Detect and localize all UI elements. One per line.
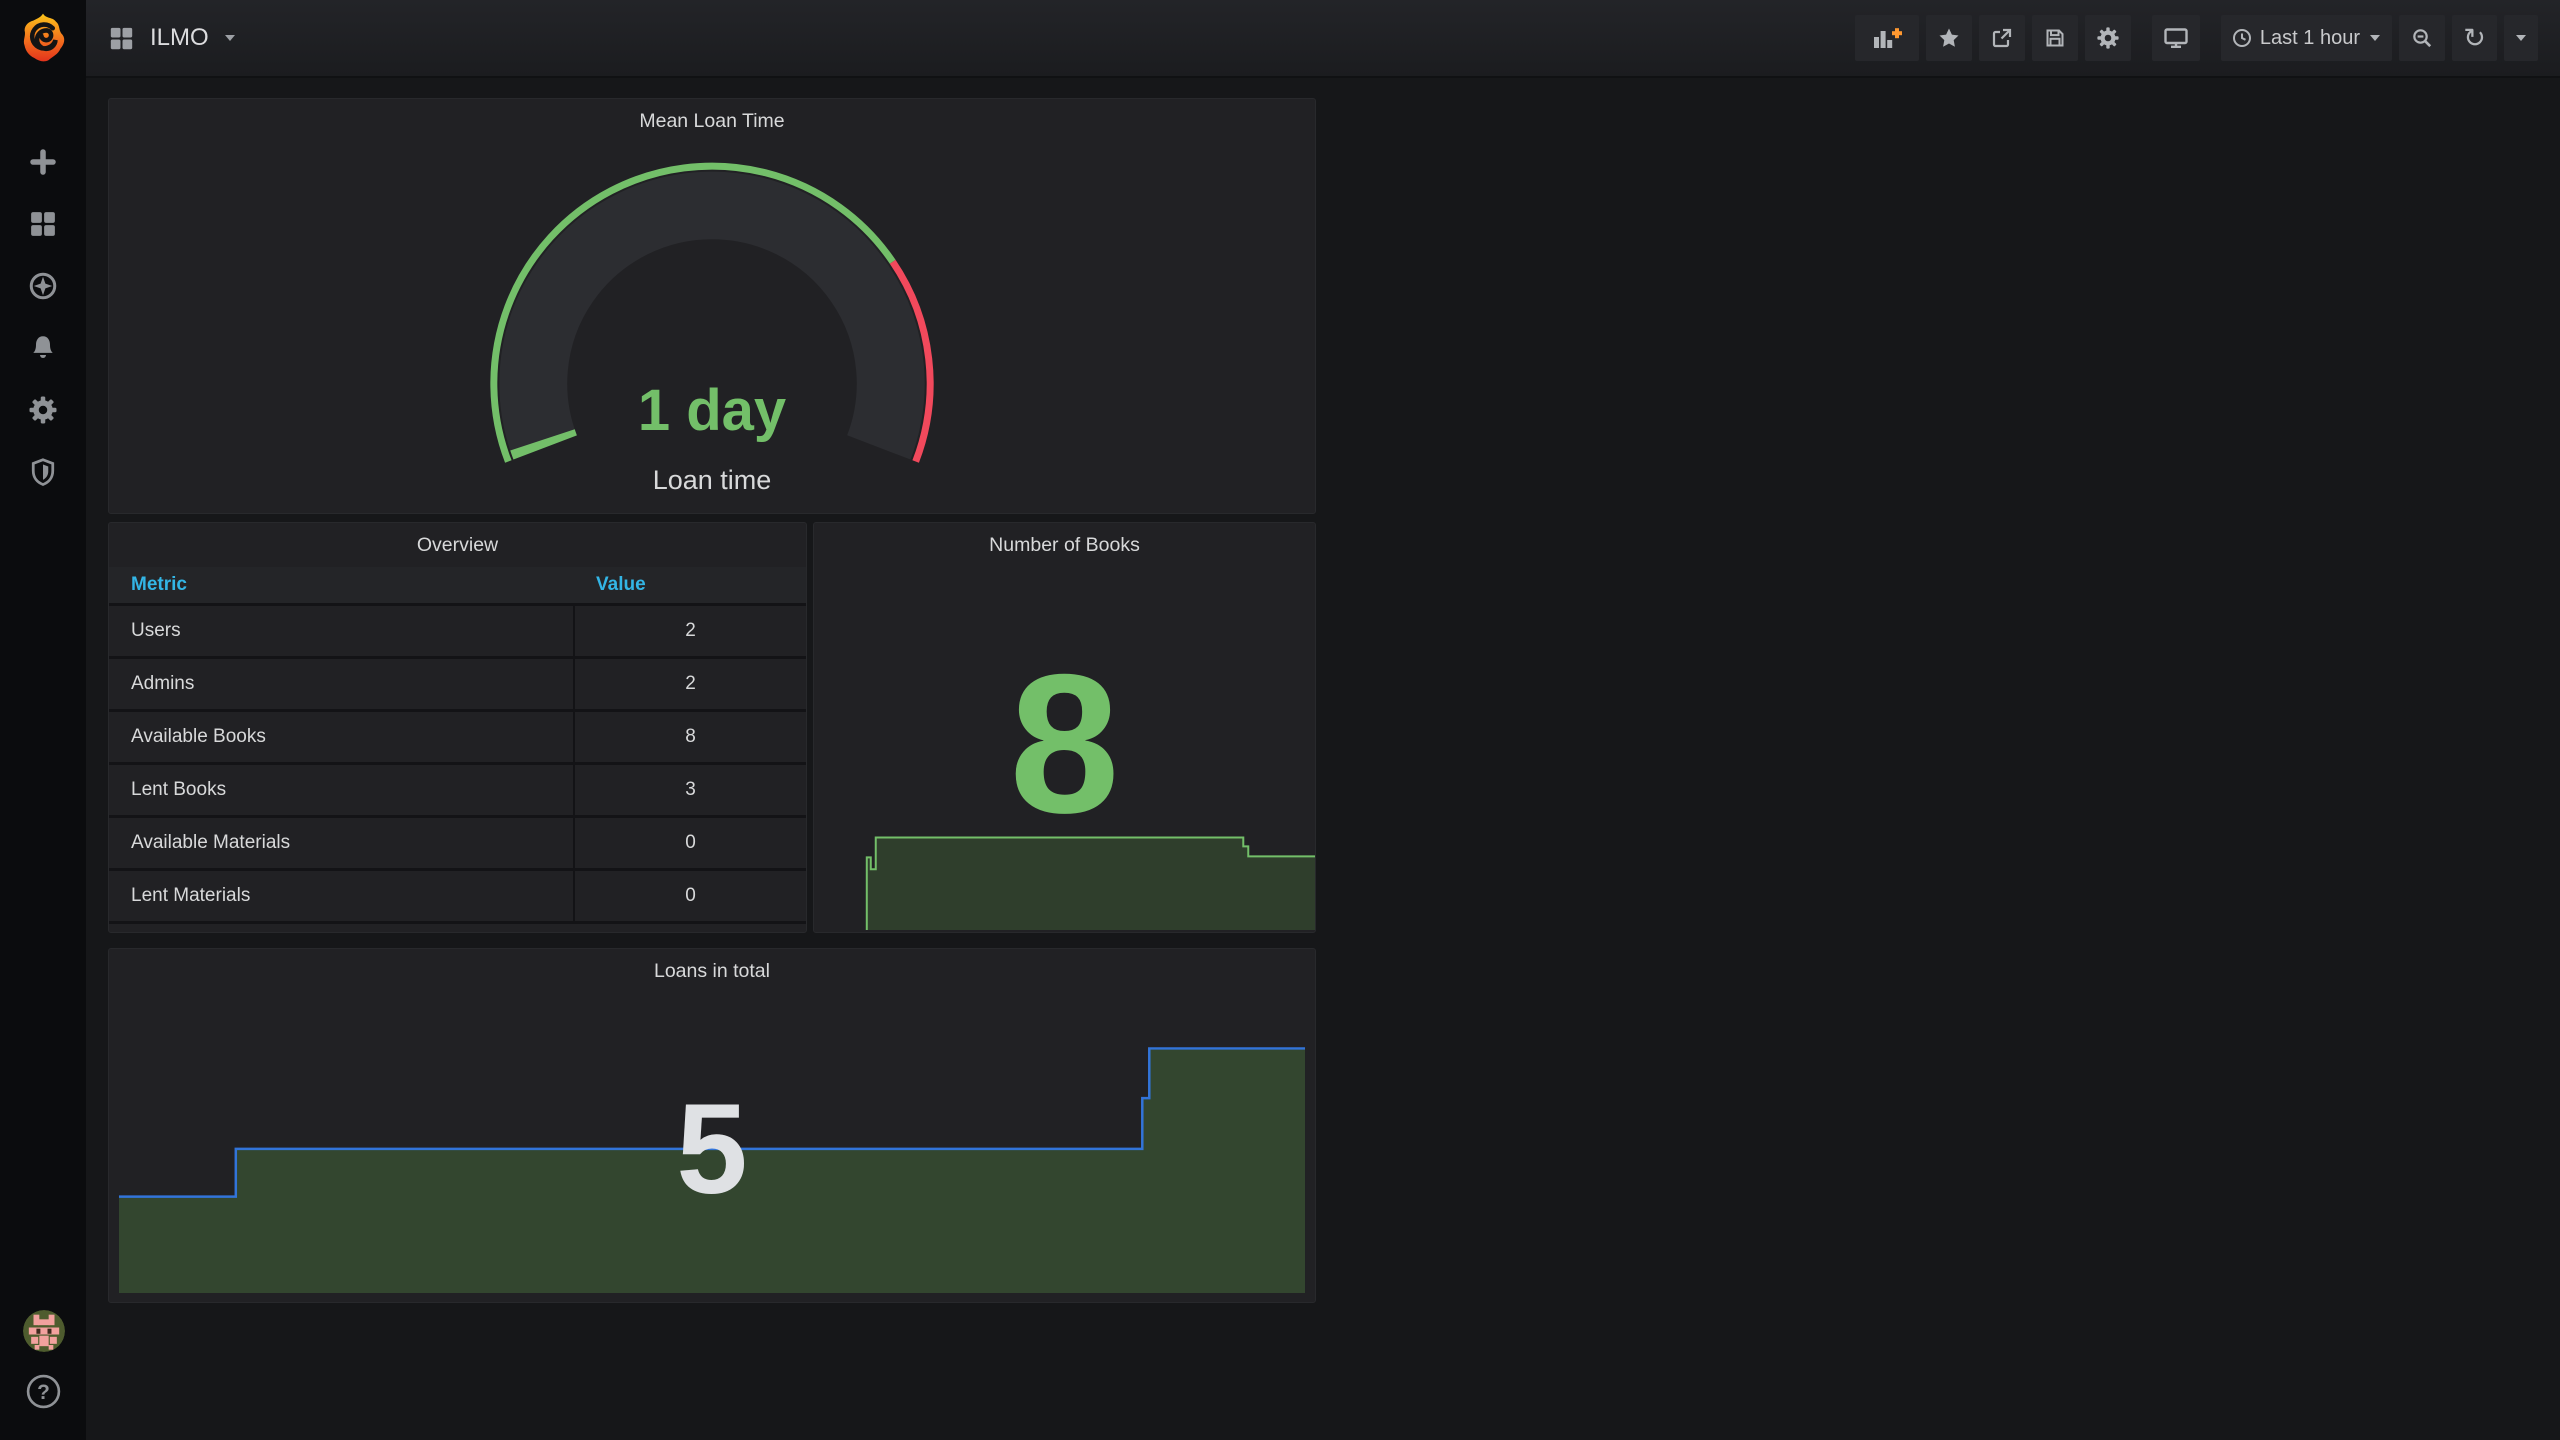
refresh-button[interactable]: ↻: [2452, 15, 2497, 61]
overview-column-header[interactable]: Value: [574, 567, 806, 605]
gear-icon: [2097, 27, 2119, 49]
clock-icon: [2232, 29, 2251, 47]
time-range-label: Last 1 hour: [2259, 26, 2360, 49]
metric-cell: Lent Books: [109, 762, 574, 817]
metric-cell: Available Materials: [109, 815, 574, 870]
panel-title[interactable]: Loans in total: [109, 949, 1315, 983]
star-button[interactable]: [1925, 15, 1972, 61]
table-row: Admins 2: [109, 656, 806, 711]
save-icon: [2046, 29, 2064, 47]
share-icon: [1992, 28, 2012, 48]
refresh-icon: ↻: [2463, 22, 2486, 54]
time-picker-button[interactable]: Last 1 hour: [2220, 15, 2392, 61]
share-button[interactable]: [1978, 15, 2025, 61]
navbar: ILMO Last 1 hour ↻: [86, 0, 2560, 78]
gear-icon: [29, 396, 57, 424]
add-panel-button[interactable]: [1854, 15, 1919, 61]
zoom-out-icon: [2413, 29, 2432, 48]
gauge-chart: [490, 162, 934, 463]
panel-loans-in-total: Loans in total 5: [108, 948, 1316, 1303]
cycle-view-button[interactable]: [2151, 15, 2200, 61]
sidebar-item-explore[interactable]: [27, 270, 59, 302]
bell-icon: [33, 336, 53, 358]
compass-icon: [29, 272, 57, 300]
panel-number-of-books: Number of Books 8: [813, 522, 1316, 933]
books-stat-value: 8: [1009, 633, 1120, 854]
panel-title[interactable]: Overview: [109, 523, 806, 557]
value-cell: 0: [573, 868, 806, 924]
metric-cell: Admins: [109, 656, 574, 711]
table-row: Available Materials 0: [109, 815, 806, 870]
grafana-logo[interactable]: [17, 12, 69, 64]
monitor-icon: [2164, 28, 2188, 48]
dashboard-settings-button[interactable]: [2084, 15, 2131, 61]
sidebar-item-server-admin[interactable]: [27, 456, 59, 488]
table-row: Available Books 8: [109, 709, 806, 764]
zoom-out-button[interactable]: [2399, 15, 2445, 61]
table-row: Lent Materials 0: [109, 868, 806, 924]
dashboard-title: ILMO: [150, 24, 209, 51]
grafana-logo-icon: [23, 13, 65, 62]
gauge-field-label: Loan time: [652, 465, 772, 495]
panel-mean-loan-time: Mean Loan Time 1 day Loan time: [108, 98, 1316, 514]
caret-down-icon: [2370, 35, 2380, 41]
sidebar-nav: [0, 146, 86, 488]
add-panel-icon: [1873, 28, 1902, 48]
panel-title[interactable]: Number of Books: [814, 523, 1315, 557]
sidebar-item-configuration[interactable]: [27, 394, 59, 426]
refresh-interval-button[interactable]: [2504, 15, 2538, 61]
panel-title[interactable]: Mean Loan Time: [109, 99, 1315, 133]
save-button[interactable]: [2031, 15, 2078, 61]
table-row: Lent Books 3: [109, 762, 806, 817]
panel-overview: Overview Metric Value Users 2 Admins 2 Availa…: [108, 522, 807, 933]
sidebar-item-dashboards[interactable]: [27, 208, 59, 240]
metric-cell: Available Books: [109, 709, 574, 764]
overview-column-header[interactable]: Metric: [109, 567, 574, 605]
avatar-image: [23, 1310, 65, 1352]
metric-cell: Users: [109, 603, 574, 658]
value-cell: 0: [573, 815, 806, 870]
gauge-value: 1 day: [637, 378, 787, 443]
table-row: Users 2: [109, 603, 806, 658]
value-cell: 2: [573, 656, 806, 711]
svg-text:?: ?: [37, 1381, 50, 1404]
caret-down-icon: [224, 35, 235, 41]
overview-table: Metric Value Users 2 Admins 2 Available Books…: [109, 567, 806, 924]
value-cell: 2: [573, 603, 806, 658]
navbar-actions: Last 1 hour ↻: [1854, 15, 2538, 61]
value-cell: 8: [573, 709, 806, 764]
value-cell: 3: [573, 762, 806, 817]
metric-cell: Lent Materials: [109, 868, 574, 924]
sidebar-item-alerting[interactable]: [27, 332, 59, 364]
sidebar: ?: [0, 0, 86, 1440]
help-button[interactable]: ?: [25, 1373, 62, 1410]
sidebar-item-create[interactable]: [27, 146, 59, 178]
star-icon: [1939, 28, 1959, 47]
user-avatar[interactable]: [23, 1310, 65, 1352]
caret-down-icon: [2516, 35, 2526, 41]
dashboards-grid-icon: [31, 212, 55, 236]
plus-icon: [30, 149, 56, 175]
question-mark-icon: ?: [26, 1374, 61, 1409]
table-header: Metric Value: [109, 567, 806, 605]
dashboard-title-button[interactable]: ILMO: [108, 24, 236, 52]
loans-stat-value: 5: [676, 1078, 748, 1221]
dashboard-icon: [110, 27, 133, 49]
shield-icon: [31, 458, 55, 486]
